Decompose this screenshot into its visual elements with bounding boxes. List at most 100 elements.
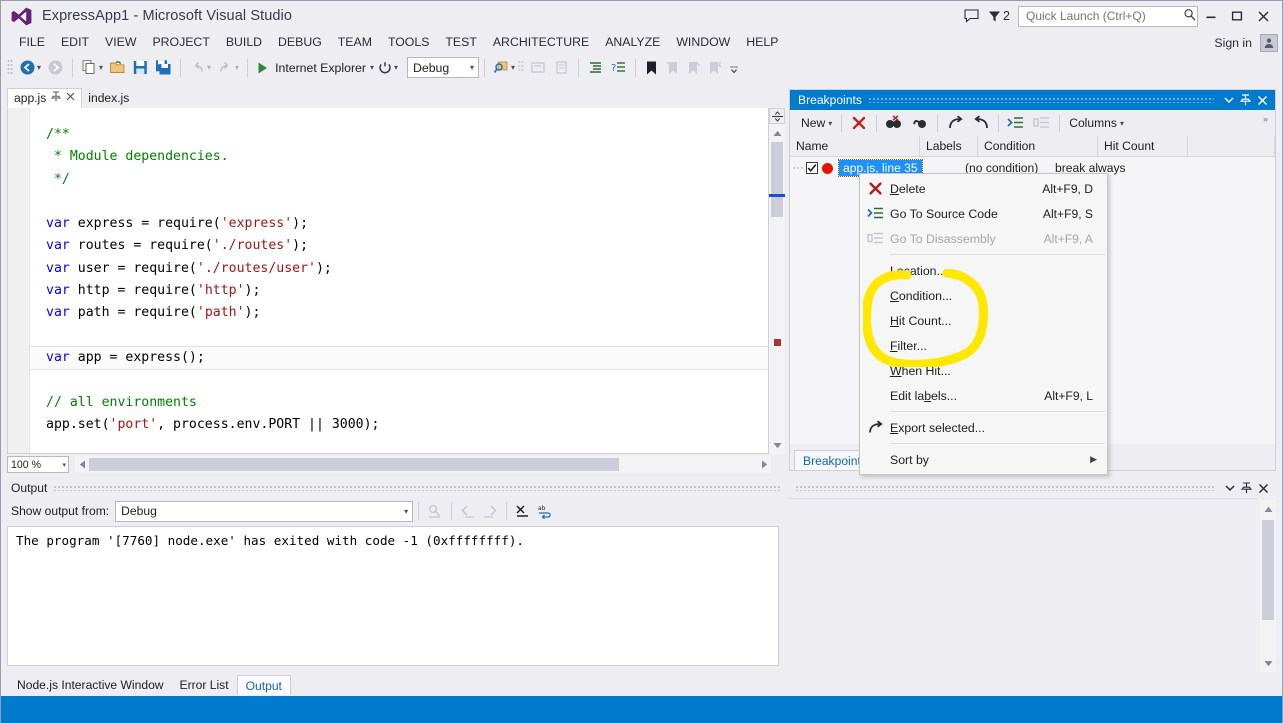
editor-vertical-scrollbar[interactable] — [769, 108, 785, 454]
editor-tab-index-js[interactable]: index.js — [82, 88, 135, 108]
editor-scroll-thumb[interactable] — [771, 142, 783, 217]
menu-item-project[interactable]: PROJECT — [144, 33, 217, 51]
bottom-tab-error-list[interactable]: Error List — [172, 675, 237, 695]
column-header-name[interactable]: Name — [790, 136, 920, 156]
navigate-backward-button[interactable]: ▾ — [16, 56, 44, 80]
lower-pane-close-icon[interactable] — [1255, 479, 1272, 497]
zoom-level-combo[interactable]: 100 % ▾ — [7, 456, 69, 473]
menu-item-analyze[interactable]: ANALYZE — [597, 33, 668, 51]
context-menu-item-export-selected[interactable]: Export selected... — [860, 415, 1107, 440]
start-debug-play-icon[interactable] — [253, 56, 272, 80]
columns-button[interactable]: Columns ▾ — [1064, 114, 1129, 132]
open-file-button[interactable] — [106, 56, 129, 80]
redo-caret[interactable]: ▾ — [235, 63, 239, 72]
menu-item-tools[interactable]: TOOLS — [380, 33, 437, 51]
context-menu-item-hit-count[interactable]: Hit Count... — [860, 308, 1107, 333]
column-header-labels[interactable]: Labels — [920, 136, 978, 156]
editor-horizontal-scrollbar[interactable] — [75, 456, 771, 473]
navigate-backward-caret[interactable]: ▾ — [37, 63, 41, 72]
lower-pane-dropdown-icon[interactable] — [1221, 479, 1238, 497]
editor-split-handle[interactable] — [769, 108, 785, 124]
scroll-right-arrow-icon[interactable] — [757, 457, 771, 472]
breakpoints-toolbar-overflow[interactable]: » — [1263, 114, 1269, 124]
menu-item-test[interactable]: TEST — [437, 33, 484, 51]
disable-all-breakpoints-icon[interactable] — [881, 112, 907, 134]
scroll-down-arrow-icon[interactable] — [1260, 656, 1276, 670]
menu-item-team[interactable]: TEAM — [330, 33, 380, 51]
maximize-button[interactable] — [1224, 3, 1250, 29]
clear-all-button[interactable] — [512, 499, 534, 523]
breakpoints-dropdown-icon[interactable] — [1220, 91, 1237, 109]
context-menu-item-filter[interactable]: Filter... — [860, 333, 1107, 358]
quick-launch-input[interactable] — [1024, 8, 1183, 24]
sign-in-link[interactable]: Sign in — [1214, 36, 1252, 50]
pin-icon[interactable] — [51, 91, 61, 105]
toolbar-grip[interactable] — [7, 59, 14, 77]
menu-item-view[interactable]: VIEW — [97, 33, 144, 51]
menu-item-edit[interactable]: EDIT — [53, 33, 97, 51]
context-menu-item-condition[interactable]: Condition... — [860, 283, 1107, 308]
go-to-source-icon[interactable] — [1003, 112, 1029, 134]
user-account-icon[interactable] — [1260, 34, 1278, 52]
new-project-caret[interactable]: ▾ — [99, 63, 103, 72]
new-project-button[interactable]: ▾ — [78, 56, 106, 80]
menu-item-architecture[interactable]: ARCHITECTURE — [485, 33, 597, 51]
breakpoint-enabled-checkbox[interactable] — [806, 162, 818, 174]
notifications-indicator[interactable]: 2 — [988, 9, 1010, 23]
lower-right-scroll-thumb[interactable] — [1262, 520, 1274, 620]
context-menu-item-sort-by[interactable]: Sort by ▶ — [860, 447, 1107, 472]
minimize-button[interactable] — [1198, 3, 1224, 29]
menu-item-build[interactable]: BUILD — [218, 33, 270, 51]
scroll-up-arrow-icon[interactable] — [1260, 502, 1276, 516]
menu-item-help[interactable]: HELP — [738, 33, 786, 51]
new-breakpoint-button[interactable]: New ▾ — [796, 114, 837, 132]
save-button[interactable] — [129, 56, 152, 80]
panel-drag-dots[interactable] — [53, 485, 781, 491]
start-debug-target-label[interactable]: Internet Explorer — [272, 61, 369, 75]
context-menu-item-delete[interactable]: DDeleteelete Alt+F9, D — [860, 176, 1107, 201]
panel-drag-dots[interactable] — [795, 485, 1215, 491]
solution-configuration-combo[interactable]: Debug ▾ — [407, 57, 479, 78]
menu-item-file[interactable]: FILE — [11, 33, 53, 51]
panel-drag-dots[interactable] — [868, 97, 1214, 103]
find-in-files-button[interactable]: ▾ — [490, 56, 518, 80]
refresh-icon[interactable]: ▾ — [374, 56, 401, 80]
editor-hscroll-thumb[interactable] — [89, 458, 619, 471]
feedback-icon[interactable] — [958, 4, 984, 28]
increase-indent-button[interactable] — [584, 56, 607, 80]
refresh-caret[interactable]: ▾ — [394, 63, 398, 72]
toggle-bookmark-button[interactable] — [641, 56, 662, 80]
delete-breakpoint-icon[interactable] — [846, 112, 872, 134]
undo-caret[interactable]: ▾ — [207, 63, 211, 72]
find-caret[interactable]: ▾ — [511, 63, 515, 72]
lower-right-pane-scrollbar[interactable] — [1260, 500, 1276, 672]
toolbar-grip[interactable] — [518, 59, 525, 77]
breakpoints-close-icon[interactable] — [1254, 91, 1271, 109]
code-text[interactable]: /** * Module dependencies. */ var expres… — [30, 108, 769, 453]
context-menu-item-edit-labels[interactable]: Edit labels... Alt+F9, L — [860, 383, 1107, 408]
save-all-button[interactable] — [152, 56, 175, 80]
bottom-tab-nodejs-interactive-window[interactable]: Node.js Interactive Window — [9, 675, 172, 695]
code-editor[interactable]: /** * Module dependencies. */ var expres… — [7, 108, 769, 454]
quick-launch-box[interactable] — [1018, 6, 1198, 27]
close-icon[interactable] — [66, 92, 75, 104]
enable-all-breakpoints-icon[interactable] — [907, 112, 933, 134]
scroll-down-arrow-icon[interactable] — [769, 438, 785, 452]
breakpoints-pin-icon[interactable] — [1237, 91, 1254, 109]
scroll-left-arrow-icon[interactable] — [75, 457, 89, 472]
menu-item-window[interactable]: WINDOW — [668, 33, 738, 51]
import-breakpoints-icon[interactable] — [968, 112, 994, 134]
export-breakpoints-icon[interactable] — [942, 112, 968, 134]
context-menu-item-location[interactable]: Location... — [860, 258, 1107, 283]
toolbar-overflow-button[interactable] — [725, 56, 743, 80]
context-menu-item-when-hit[interactable]: When Hit... — [860, 358, 1107, 383]
toggle-word-wrap-button[interactable]: ab — [534, 499, 556, 523]
output-text[interactable]: The program '[7760] node.exe' has exited… — [7, 526, 779, 666]
decrease-indent-button[interactable]: ? — [607, 56, 630, 80]
column-header-condition[interactable]: Condition — [978, 136, 1098, 156]
context-menu-item-go-to-source-code[interactable]: Go To Source Code Alt+F9, S — [860, 201, 1107, 226]
menu-item-debug[interactable]: DEBUG — [270, 33, 330, 51]
tree-expander[interactable]: ··· — [790, 162, 806, 174]
breakpoint-gutter[interactable] — [8, 108, 30, 453]
scroll-up-arrow-icon[interactable] — [769, 126, 785, 140]
